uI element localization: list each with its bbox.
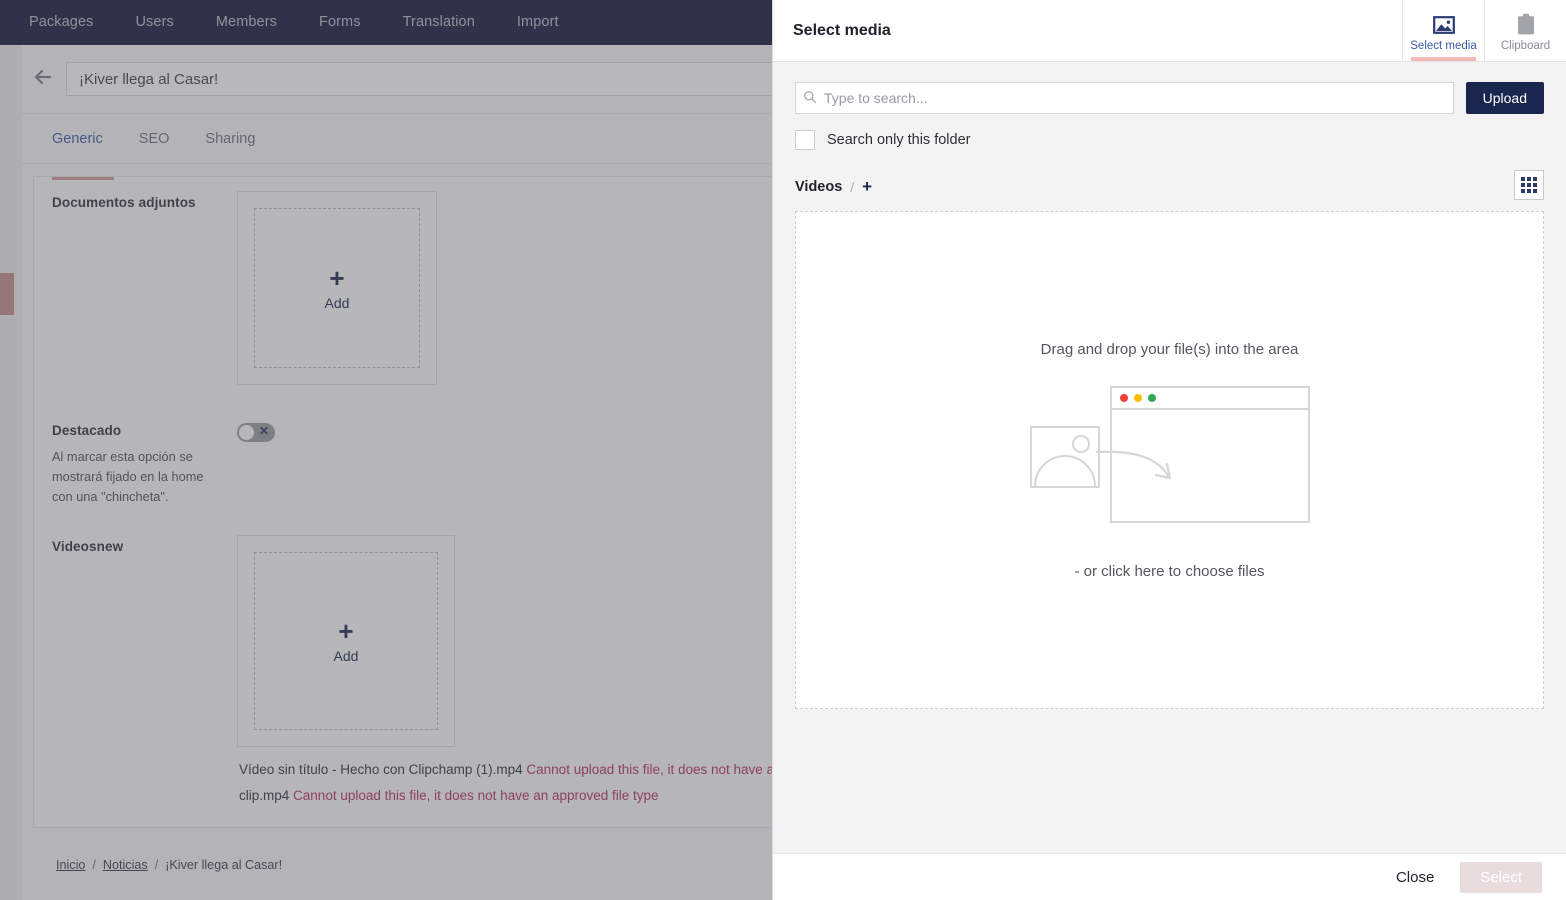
breadcrumb: Inicio / Noticias / ¡Kiver llega al Casa… (56, 830, 282, 900)
error-message: Cannot upload this file, it does not hav… (293, 788, 659, 803)
tab-select-media[interactable]: Select media (1402, 0, 1484, 61)
property-active-marker (52, 177, 114, 180)
image-icon (1433, 9, 1455, 35)
videosnew-label-column: Videosnew (52, 535, 237, 809)
select-button[interactable]: Select (1460, 862, 1542, 893)
modal-title: Select media (773, 0, 1402, 61)
search-field-wrapper (795, 82, 1454, 114)
close-button[interactable]: Close (1382, 863, 1448, 892)
videosnew-add-label: Add (334, 648, 359, 664)
back-arrow-icon[interactable] (22, 68, 66, 91)
error-filename: clip.mp4 (239, 788, 289, 803)
modal-footer: Close Select (773, 853, 1566, 900)
modal-tab-group: Select media Clipboard (1402, 0, 1566, 61)
grid-view-icon[interactable] (1514, 170, 1544, 200)
videosnew-uploader: + Add (237, 535, 455, 747)
videosnew-add-tile[interactable]: + Add (254, 552, 438, 730)
dropzone-title: Drag and drop your file(s) into the area (1041, 341, 1299, 358)
tab-generic[interactable]: Generic (34, 114, 121, 164)
dropzone-subtitle: - or click here to choose files (1074, 563, 1264, 580)
file-dropzone[interactable]: Drag and drop your file(s) into the area (795, 211, 1544, 709)
property-label-destacado: Destacado (52, 423, 237, 438)
modal-header: Select media Select media (773, 0, 1566, 62)
breadcrumb-item-current: ¡Kiver llega al Casar! (165, 858, 282, 872)
nav-item-forms[interactable]: Forms (298, 0, 382, 45)
property-label-column: Documentos adjuntos (52, 191, 237, 385)
tab-active-underline (1411, 57, 1476, 61)
search-row: Upload (795, 82, 1544, 114)
clipboard-icon (1516, 9, 1536, 35)
left-rail (0, 45, 22, 900)
toggle-off-icon: ✕ (259, 424, 269, 438)
destacado-toggle[interactable]: ✕ (237, 423, 275, 442)
tab-clipboard-label: Clipboard (1501, 40, 1550, 52)
nav-item-translation[interactable]: Translation (382, 0, 496, 45)
documentos-uploader: + Add (237, 191, 437, 385)
error-filename: Vídeo sin título - Hecho con Clipchamp (… (239, 762, 523, 777)
nav-item-import[interactable]: Import (496, 0, 580, 45)
folder-breadcrumb-videos[interactable]: Videos (795, 179, 842, 195)
select-media-modal: Select media Select media (772, 0, 1566, 900)
modal-body: Upload Search only this folder Videos / … (773, 62, 1566, 853)
folder-breadcrumb-row: Videos / + (795, 178, 1544, 195)
screen-root: Packages Users Members Forms Translation… (0, 0, 1566, 900)
nav-item-packages[interactable]: Packages (8, 0, 114, 45)
left-rail-accent-marker (0, 273, 14, 315)
destacado-label-column: Destacado Al marcar esta opción se mostr… (52, 419, 237, 507)
plus-icon: + (338, 618, 353, 644)
plus-icon: + (329, 265, 344, 291)
documentos-add-tile[interactable]: + Add (254, 208, 420, 368)
tab-select-media-label: Select media (1410, 40, 1476, 52)
toggle-knob (239, 425, 254, 440)
upload-button[interactable]: Upload (1466, 82, 1544, 114)
folder-breadcrumb-separator: / (850, 179, 854, 195)
add-folder-icon[interactable]: + (862, 178, 872, 195)
breadcrumb-item-noticias[interactable]: Noticias (103, 858, 148, 872)
destacado-control: ✕ (237, 419, 275, 507)
breadcrumb-item-inicio[interactable]: Inicio (56, 858, 85, 872)
property-label-videosnew: Videosnew (52, 539, 237, 554)
search-only-folder-label: Search only this folder (827, 132, 970, 148)
search-only-folder-row: Search only this folder (795, 130, 1544, 150)
tab-seo[interactable]: SEO (121, 114, 188, 164)
tab-clipboard[interactable]: Clipboard (1484, 0, 1566, 61)
property-description-destacado: Al marcar esta opción se mostrará fijado… (52, 447, 212, 507)
breadcrumb-separator: / (155, 858, 159, 872)
tab-sharing[interactable]: Sharing (187, 114, 273, 164)
dropzone-illustration (1029, 382, 1311, 537)
nav-item-users[interactable]: Users (114, 0, 194, 45)
search-input[interactable] (795, 82, 1454, 114)
search-only-folder-checkbox[interactable] (795, 130, 815, 150)
documentos-add-label: Add (325, 295, 350, 311)
breadcrumb-separator: / (92, 858, 96, 872)
nav-item-members[interactable]: Members (195, 0, 298, 45)
property-label-documentos: Documentos adjuntos (52, 195, 237, 210)
